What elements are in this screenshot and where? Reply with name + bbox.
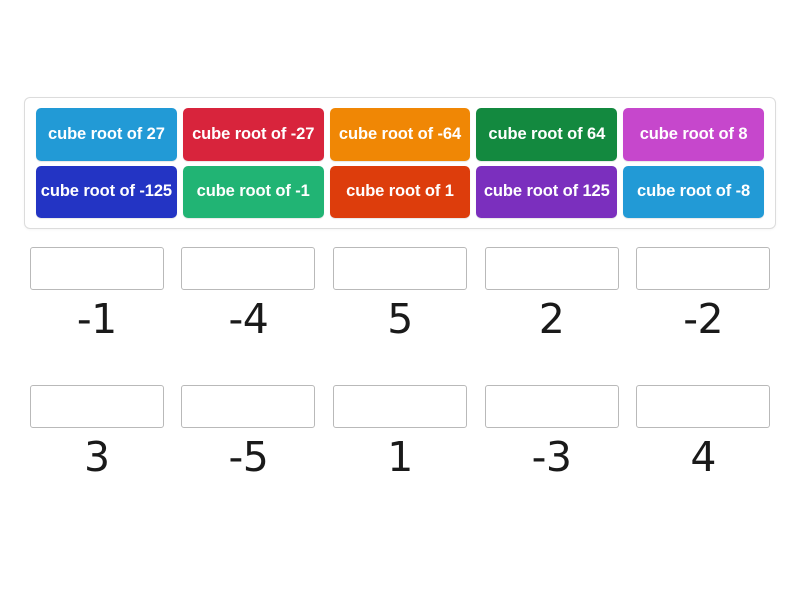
answer-value-label: 4 (690, 433, 716, 481)
drop-zone-neg3[interactable] (484, 385, 619, 428)
tile-cube-root-of-neg1[interactable]: cube root of -1 (182, 165, 324, 218)
answer-cell: -3 (479, 385, 625, 479)
tile-row-1: cube root of 27 cube root of -27 cube ro… (36, 108, 764, 161)
tile-row-2: cube root of -125 cube root of -1 cube r… (36, 165, 764, 218)
drop-zone-neg5[interactable] (181, 385, 316, 428)
tile-cube-root-of-neg27[interactable]: cube root of -27 (182, 108, 324, 161)
activity-canvas: cube root of 27 cube root of -27 cube ro… (0, 0, 800, 600)
answer-value-label: -2 (683, 295, 724, 343)
tile-label: cube root of 64 (488, 124, 606, 143)
tiles-tray: cube root of 27 cube root of -27 cube ro… (24, 97, 776, 229)
tile-cube-root-of-1[interactable]: cube root of 1 (329, 165, 471, 218)
answer-cell: 1 (327, 385, 473, 479)
drop-zone-neg1[interactable] (29, 247, 164, 290)
drop-zone-1[interactable] (332, 385, 467, 428)
tile-label: cube root of 27 (48, 124, 165, 143)
drop-zone-4[interactable] (636, 385, 771, 428)
drop-zone-3[interactable] (29, 385, 164, 428)
tile-cube-root-of-8[interactable]: cube root of 8 (623, 108, 764, 161)
answer-cell: 5 (327, 247, 473, 341)
tile-label: cube root of -125 (40, 182, 173, 201)
answer-cell: 2 (479, 247, 625, 341)
answer-cell: -4 (176, 247, 322, 341)
answer-cell: -1 (24, 247, 170, 341)
tile-label: cube root of 1 (346, 182, 454, 201)
tile-cube-root-of-64[interactable]: cube root of 64 (476, 108, 618, 161)
answer-cell: 4 (630, 385, 776, 479)
answer-value-label: 5 (387, 295, 413, 343)
tile-cube-root-of-125[interactable]: cube root of 125 (476, 165, 618, 218)
answer-value-label: -1 (76, 295, 117, 343)
tile-label: cube root of -64 (338, 124, 462, 143)
tile-label: cube root of -27 (192, 124, 315, 143)
answer-value-label: -4 (228, 295, 269, 343)
drop-zone-neg4[interactable] (181, 247, 316, 290)
answer-row-2: 3 -5 1 -3 4 (24, 385, 776, 479)
answer-value-label: 2 (538, 295, 565, 343)
answer-value-label: 3 (84, 433, 110, 481)
answer-value-label: 1 (387, 433, 413, 481)
tile-cube-root-of-neg64[interactable]: cube root of -64 (329, 108, 471, 161)
drop-zone-neg2[interactable] (636, 247, 771, 290)
tile-cube-root-of-neg8[interactable]: cube root of -8 (623, 165, 764, 218)
answer-cell: -2 (630, 247, 776, 341)
tile-label: cube root of -1 (196, 182, 310, 201)
answer-cell: 3 (24, 385, 170, 479)
tile-cube-root-of-neg125[interactable]: cube root of -125 (36, 165, 177, 218)
tile-label: cube root of 125 (483, 182, 610, 201)
tile-label: cube root of 8 (639, 124, 748, 143)
drop-zone-5[interactable] (332, 247, 467, 290)
drop-zone-2[interactable] (484, 247, 619, 290)
tile-label: cube root of -8 (637, 182, 751, 201)
answer-row-1: -1 -4 5 2 -2 (24, 247, 776, 341)
answer-cell: -5 (176, 385, 322, 479)
tile-cube-root-of-27[interactable]: cube root of 27 (36, 108, 177, 161)
answer-value-label: -3 (531, 433, 572, 481)
answer-value-label: -5 (228, 433, 269, 481)
